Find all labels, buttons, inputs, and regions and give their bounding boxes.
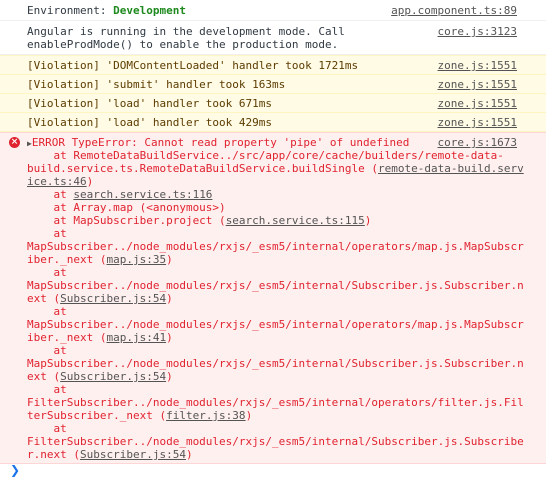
stack-line: ext (Subscriber.js:54): [27, 292, 173, 305]
stack-source-link[interactable]: Subscriber.js:54: [60, 292, 166, 305]
stack-line: build.service.ts.RemoteDataBuildService.…: [27, 162, 524, 175]
console-prompt[interactable]: ❯: [0, 461, 546, 477]
env-label: Environment:: [27, 4, 114, 17]
source-link[interactable]: app.component.ts:89: [391, 4, 517, 17]
message-text: enableProdMode() to enable the productio…: [27, 38, 339, 51]
violation-message: [Violation] 'load' handler took 671ms zo…: [0, 94, 546, 113]
stack-source-link[interactable]: remote-data-build.serv: [378, 162, 524, 175]
stack-line: at: [27, 383, 67, 396]
stack-source-link[interactable]: map.js:41: [106, 331, 166, 344]
source-link[interactable]: zone.js:1551: [438, 97, 517, 110]
violation-message: [Violation] 'submit' handler took 163ms …: [0, 75, 546, 94]
stack-source-link[interactable]: search.service.ts:116: [73, 188, 212, 201]
stack-line: terSubscriber._next (filter.js:38): [27, 409, 253, 422]
stack-line: at Array.map (<anonymous>): [27, 201, 226, 214]
source-link[interactable]: zone.js:1551: [438, 116, 517, 129]
stack-source-link[interactable]: filter.js:38: [166, 409, 245, 422]
stack-line: at search.service.ts:116: [27, 188, 213, 201]
source-link[interactable]: zone.js:1551: [438, 78, 517, 91]
source-link[interactable]: zone.js:1551: [438, 59, 517, 72]
stack-source-link[interactable]: Subscriber.js:54: [80, 448, 186, 461]
stack-line: at MapSubscriber.project (search.service…: [27, 214, 372, 227]
stack-line: iber._next (map.js:41): [27, 331, 173, 344]
stack-line: at: [27, 422, 67, 435]
stack-line: MapSubscriber../node_modules/rxjs/_esm5/…: [27, 357, 524, 370]
stack-line: at: [27, 344, 67, 357]
message-text: Angular is running in the development mo…: [27, 25, 345, 38]
console-log-angular-dev-mode: Angular is running in the development mo…: [0, 21, 546, 55]
stack-source-link[interactable]: Subscriber.js:54: [60, 370, 166, 383]
stack-line: at: [27, 227, 67, 240]
stack-source-link[interactable]: map.js:35: [106, 253, 166, 266]
console-log-environment: Environment: Development app.component.t…: [0, 0, 546, 21]
stack-line: MapSubscriber../node_modules/rxjs/_esm5/…: [27, 240, 524, 253]
stack-line: at: [27, 305, 67, 318]
prompt-chevron-icon: ❯: [10, 463, 21, 477]
stack-line: r.next (Subscriber.js:54): [27, 448, 193, 461]
stack-line: MapSubscriber../node_modules/rxjs/_esm5/…: [27, 279, 524, 292]
stack-line: MapSubscriber../node_modules/rxjs/_esm5/…: [27, 318, 524, 331]
console-messages: Environment: Development app.component.t…: [0, 0, 546, 464]
error-icon: ×: [9, 137, 20, 148]
stack-line: FilterSubscriber../node_modules/rxjs/_es…: [27, 396, 524, 409]
violation-message: [Violation] 'load' handler took 429ms zo…: [0, 113, 546, 132]
stack-line: ext (Subscriber.js:54): [27, 370, 173, 383]
error-message: × ▶ERROR TypeError: Cannot read property…: [0, 132, 546, 464]
stack-source-link[interactable]: ice.ts:46: [27, 175, 87, 188]
violation-message: [Violation] 'DOMContentLoaded' handler t…: [0, 55, 546, 75]
env-value: Development: [113, 4, 186, 17]
stack-line: ice.ts:46): [27, 175, 94, 188]
stack-line: iber._next (map.js:35): [27, 253, 173, 266]
stack-source-link[interactable]: search.service.ts:115: [226, 214, 365, 227]
stack-line: at RemoteDataBuildService../src/app/core…: [27, 149, 504, 162]
stack-line: FilterSubscriber../node_modules/rxjs/_es…: [27, 435, 524, 448]
stack-line: at: [27, 266, 67, 279]
source-link[interactable]: core.js:1673: [438, 136, 517, 149]
error-headline[interactable]: ▶ERROR TypeError: Cannot read property '…: [27, 136, 409, 150]
source-link[interactable]: core.js:3123: [438, 25, 517, 38]
